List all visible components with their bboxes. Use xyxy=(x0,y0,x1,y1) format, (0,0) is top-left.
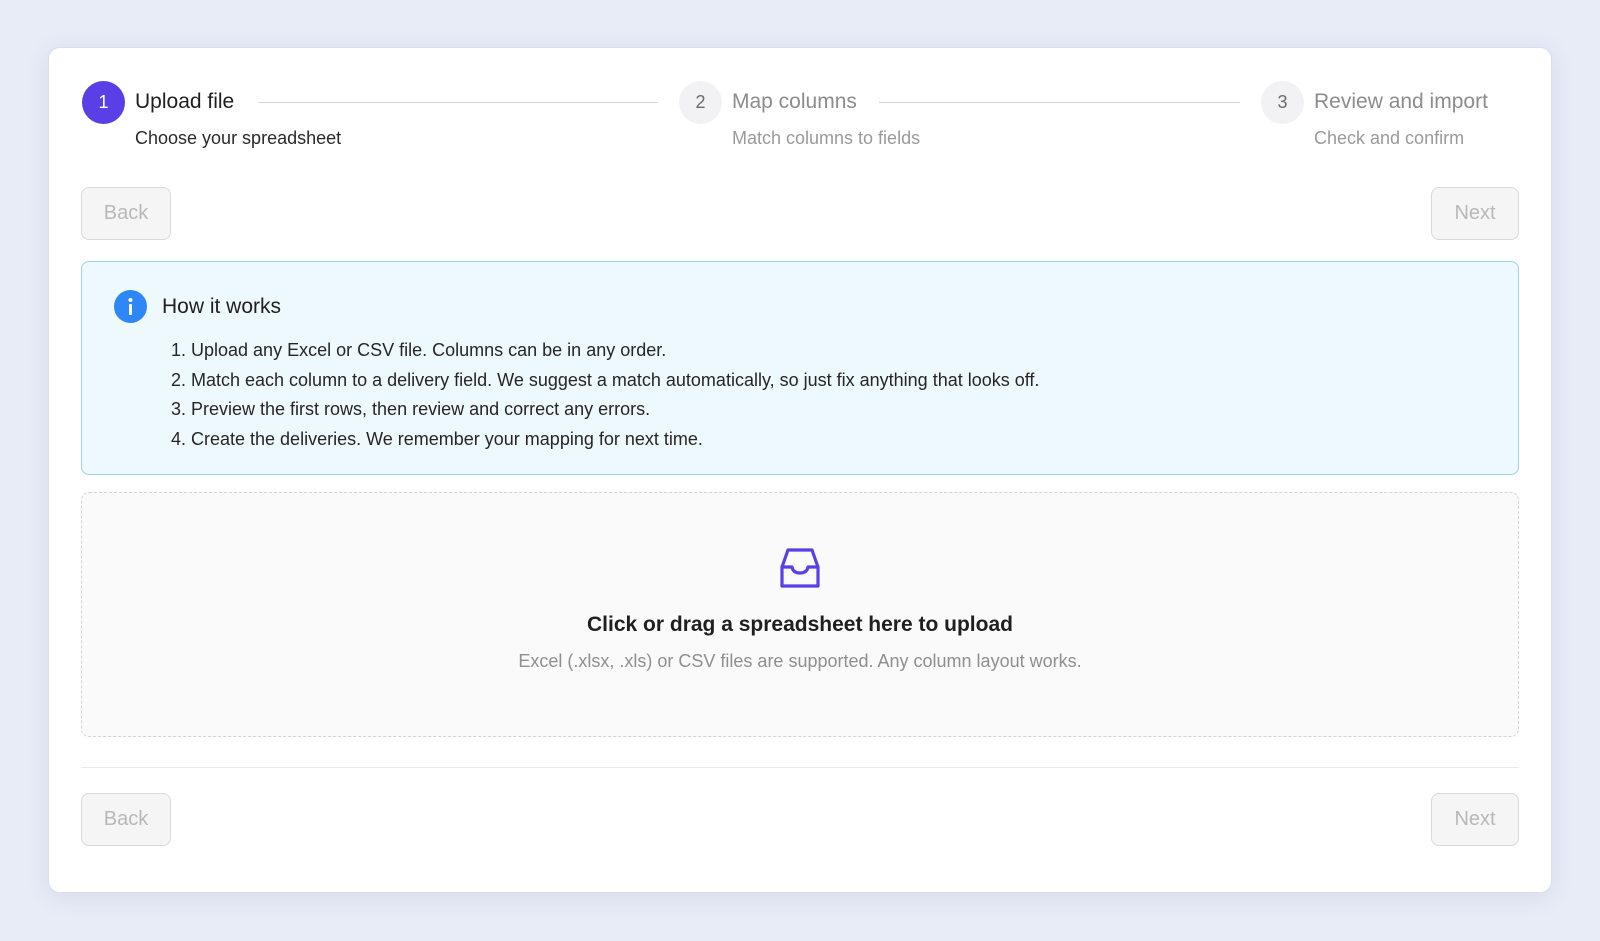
how-it-works-list: 1. Upload any Excel or CSV file. Columns … xyxy=(162,336,1039,454)
dropzone-hint: Excel (.xlsx, .xls) or CSV files are sup… xyxy=(518,651,1082,671)
upload-dropzone[interactable]: Click or drag a spreadsheet here to uplo… xyxy=(81,492,1519,737)
step-title: Upload file xyxy=(135,90,235,113)
list-item: 2. Match each column to a delivery field.… xyxy=(170,369,1040,390)
next-button[interactable]: Next xyxy=(1431,793,1519,846)
list-item: 1. Upload any Excel or CSV file. Columns … xyxy=(170,340,667,360)
steps-header: 1 Upload file Choose your spreadsheet 2 … xyxy=(82,81,1520,161)
info-icon xyxy=(114,290,147,323)
inbox-icon xyxy=(775,543,825,593)
step-subtitle: Match columns to fields xyxy=(732,128,921,148)
back-button[interactable]: Back xyxy=(81,793,171,846)
import-wizard-card: 1 Upload file Choose your spreadsheet 2 … xyxy=(48,47,1552,893)
step-number-badge: 3 xyxy=(1261,81,1304,124)
divider xyxy=(81,767,1519,768)
step-number-badge: 2 xyxy=(679,81,722,124)
step-connector xyxy=(879,102,1240,103)
step-number-badge: 1 xyxy=(82,81,125,124)
how-it-works-alert: How it works 1. Upload any Excel or CSV f… xyxy=(81,261,1519,475)
step-subtitle: Choose your spreadsheet xyxy=(135,128,342,148)
step-title: Map columns xyxy=(732,90,857,113)
step-subtitle: Check and confirm xyxy=(1314,128,1465,148)
alert-title: How it works xyxy=(162,295,282,318)
step-connector xyxy=(258,102,658,103)
list-item: 3. Preview the first rows, then review an… xyxy=(170,399,651,419)
dropzone-title: Click or drag a spreadsheet here to uplo… xyxy=(587,613,1013,636)
step-title: Review and import xyxy=(1314,90,1488,113)
next-button[interactable]: Next xyxy=(1431,187,1519,240)
list-item: 4. Create the deliveries. We remember you… xyxy=(170,428,703,449)
back-button[interactable]: Back xyxy=(81,187,171,240)
